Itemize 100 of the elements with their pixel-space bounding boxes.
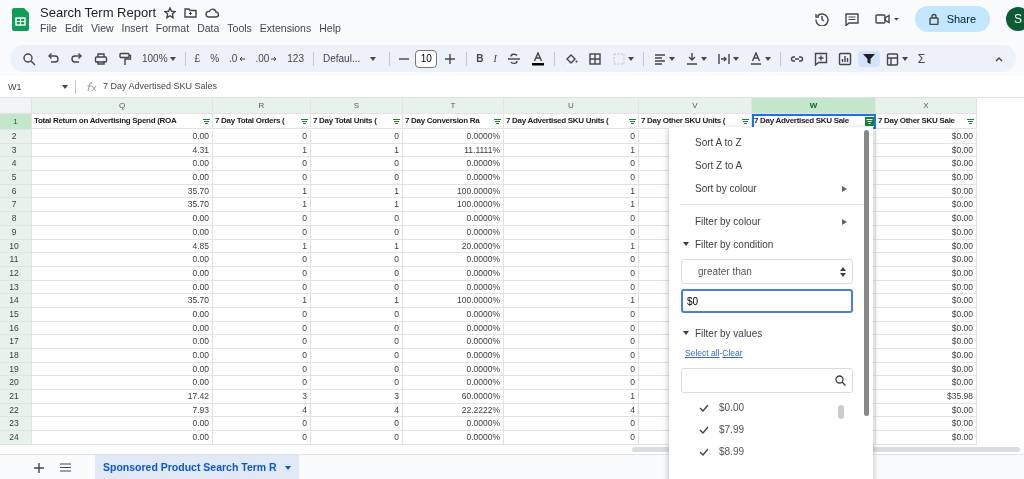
- column-header[interactable]: R: [213, 98, 311, 114]
- table-cell: 7.93: [32, 403, 213, 418]
- name-box[interactable]: W1: [0, 78, 72, 95]
- table-cell: 1: [311, 143, 403, 158]
- row-number[interactable]: 17: [0, 335, 32, 349]
- list-scrollbar[interactable]: [838, 405, 844, 419]
- menu-item[interactable]: Insert: [117, 21, 152, 35]
- section-toggle[interactable]: Filter by values: [669, 322, 769, 344]
- menu-item[interactable]: View: [87, 21, 118, 35]
- video-camera-icon[interactable]: [874, 13, 899, 25]
- row-number[interactable]: 23: [0, 417, 32, 432]
- column-header[interactable]: U: [504, 98, 639, 114]
- menu-item[interactable]: Help: [315, 21, 345, 35]
- zoom-dropdown[interactable]: 100%: [138, 50, 180, 67]
- menu-item[interactable]: Data: [193, 21, 224, 35]
- value-option[interactable]: $0.00: [669, 396, 873, 419]
- row-number[interactable]: 8: [0, 212, 32, 226]
- table-cell: 0.00: [32, 130, 213, 144]
- comment-icon[interactable]: [844, 12, 859, 26]
- filter-icon[interactable]: [741, 116, 750, 126]
- table-cell: 0: [311, 376, 403, 391]
- percent-format-button[interactable]: %: [206, 50, 224, 67]
- value-option[interactable]: $8.99: [669, 440, 873, 463]
- account-avatar[interactable]: S: [1006, 7, 1024, 31]
- folder-icon[interactable]: [184, 7, 198, 18]
- row-number[interactable]: 24: [0, 431, 32, 445]
- font-size-field[interactable]: 10: [415, 49, 438, 68]
- filter-icon[interactable]: [300, 116, 309, 126]
- row-number[interactable]: 4: [0, 157, 32, 172]
- table-cell: 1: [213, 294, 311, 308]
- decrease-decimal-button[interactable]: .0: [225, 50, 250, 67]
- row-number[interactable]: 1: [0, 114, 32, 130]
- table-cell: 0: [213, 171, 311, 185]
- checkmark-icon[interactable]: [699, 425, 709, 434]
- table-cell: 4.31: [32, 143, 213, 158]
- currency-format-button[interactable]: £: [190, 50, 205, 67]
- values-search-field[interactable]: [681, 367, 853, 393]
- row-number[interactable]: 21: [0, 390, 32, 404]
- table-cell: 0: [213, 130, 311, 144]
- filter-icon[interactable]: [493, 116, 502, 126]
- menu-option[interactable]: Filter by colour: [669, 210, 873, 233]
- menu-item[interactable]: Edit: [60, 21, 87, 35]
- functions-button[interactable]: Σ: [913, 50, 930, 67]
- row-number[interactable]: 20: [0, 376, 32, 391]
- column-header[interactable]: T: [403, 98, 504, 114]
- column-header[interactable]: Q: [32, 98, 213, 114]
- cloud-icon[interactable]: [205, 7, 220, 18]
- checkmark-icon[interactable]: [699, 403, 709, 412]
- filter-icon[interactable]: [865, 116, 874, 126]
- menu-option[interactable]: Sort by colour: [669, 177, 873, 200]
- column-header[interactable]: X: [876, 98, 977, 114]
- increase-decimal-button[interactable]: .00: [251, 50, 282, 67]
- menu-item[interactable]: Tools: [223, 21, 256, 35]
- condition-value-field[interactable]: $0: [681, 289, 853, 313]
- table-cell: 35.70: [32, 198, 213, 213]
- history-icon[interactable]: [814, 12, 829, 26]
- row-number[interactable]: 5: [0, 171, 32, 185]
- document-title[interactable]: Search Term Report: [40, 4, 157, 21]
- sheets-logo-icon[interactable]: [12, 8, 29, 31]
- row-number[interactable]: 11: [0, 253, 32, 267]
- filter-icon[interactable]: [628, 116, 637, 126]
- number-format-button[interactable]: 123: [283, 50, 308, 67]
- menu-item[interactable]: File: [36, 21, 61, 35]
- bold-button[interactable]: B: [472, 50, 488, 67]
- menu-option[interactable]: Sort Z to A: [669, 154, 873, 177]
- table-cell: 1: [311, 239, 403, 254]
- menu-item[interactable]: Extensions: [255, 21, 316, 35]
- table-cell: 0: [504, 130, 639, 144]
- section-toggle[interactable]: Filter by condition: [669, 233, 780, 255]
- font-dropdown[interactable]: Defaul...: [319, 50, 381, 67]
- formula-content[interactable]: 7 Day Advertised SKU Sales: [103, 79, 218, 94]
- column-header[interactable]: V: [639, 98, 752, 114]
- text-link[interactable]: Select all: [685, 347, 720, 360]
- filter-icon[interactable]: [392, 116, 401, 126]
- row-number[interactable]: 2: [0, 130, 32, 144]
- filter-icon[interactable]: [966, 116, 975, 126]
- condition-dropdown[interactable]: greater than: [681, 259, 853, 284]
- menu-scrollbar[interactable]: [864, 130, 869, 416]
- table-cell: 0.0000%: [403, 335, 504, 349]
- table-cell: 0: [311, 362, 403, 377]
- row-number[interactable]: 18: [0, 349, 32, 363]
- filter-icon[interactable]: [202, 116, 211, 126]
- checkmark-icon[interactable]: [699, 447, 709, 456]
- filter-button[interactable]: [857, 50, 880, 67]
- table-cell: 0: [311, 266, 403, 281]
- star-icon[interactable]: [164, 6, 177, 19]
- text-link[interactable]: Clear: [722, 347, 743, 360]
- column-header[interactable]: S: [311, 98, 403, 114]
- italic-button[interactable]: I: [489, 50, 501, 67]
- table-cell: 0: [311, 171, 403, 185]
- table-cell: 0: [213, 321, 311, 336]
- menu-item[interactable]: Format: [151, 21, 194, 35]
- share-button[interactable]: Share: [914, 6, 990, 32]
- value-option[interactable]: $7.99: [669, 418, 873, 441]
- row-number[interactable]: 14: [0, 294, 32, 308]
- column-header[interactable]: W: [752, 98, 876, 114]
- menu-option[interactable]: Sort A to Z: [669, 131, 873, 154]
- sheet-tab[interactable]: Sponsored Product Search Term R: [95, 454, 299, 479]
- row-number[interactable]: 7: [0, 198, 32, 213]
- caret-icon: [901, 56, 908, 61]
